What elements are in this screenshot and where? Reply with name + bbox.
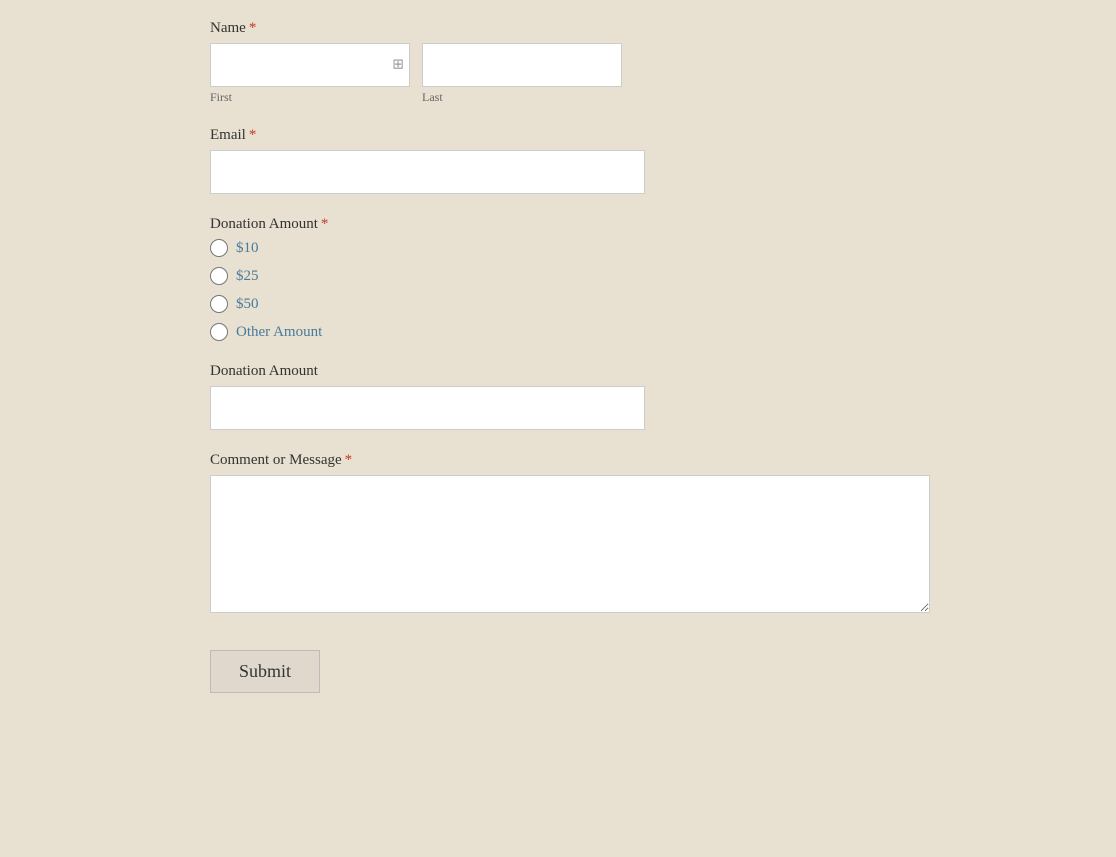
comment-textarea[interactable] <box>210 475 930 613</box>
first-name-input-wrapper <box>210 43 410 87</box>
radio-input-10[interactable] <box>210 239 228 257</box>
radio-option-50[interactable]: $50 <box>210 295 960 313</box>
radio-option-other[interactable]: Other Amount <box>210 323 960 341</box>
radio-option-10[interactable]: $10 <box>210 239 960 257</box>
comment-required-star: * <box>345 452 353 468</box>
name-label-text: Name <box>210 20 246 36</box>
comment-label-text: Comment or Message <box>210 452 342 468</box>
form-container: Name* First Last Email* Donation Amount* <box>0 0 960 755</box>
donation-amount-radio-group: Donation Amount* $10 $25 $50 Other Amoun… <box>210 216 960 341</box>
radio-input-25[interactable] <box>210 267 228 285</box>
submit-button[interactable]: Submit <box>210 650 320 693</box>
radio-input-50[interactable] <box>210 295 228 313</box>
radio-label-other: Other Amount <box>236 324 322 341</box>
email-label: Email* <box>210 127 960 144</box>
donation-amount-field-group: Donation Amount <box>210 363 960 430</box>
name-label: Name* <box>210 20 960 37</box>
email-field-group: Email* <box>210 127 960 194</box>
first-name-input[interactable] <box>210 43 410 87</box>
radio-label-10: $10 <box>236 240 259 257</box>
name-required-star: * <box>249 20 257 36</box>
submit-group: Submit <box>210 640 960 693</box>
radio-label-50: $50 <box>236 296 259 313</box>
name-field-group: Name* First Last <box>210 20 960 105</box>
last-name-wrapper: Last <box>422 43 622 105</box>
donation-amount-field-label: Donation Amount <box>210 363 960 380</box>
email-required-star: * <box>249 127 257 143</box>
donation-amount-input[interactable] <box>210 386 645 430</box>
radio-label-25: $25 <box>236 268 259 285</box>
comment-label: Comment or Message* <box>210 452 960 469</box>
last-sub-label: Last <box>422 90 622 105</box>
first-sub-label: First <box>210 90 410 105</box>
first-name-wrapper: First <box>210 43 410 105</box>
last-name-input[interactable] <box>422 43 622 87</box>
radio-group: $10 $25 $50 Other Amount <box>210 239 960 341</box>
donation-required-star: * <box>321 216 329 232</box>
name-row: First Last <box>210 43 960 105</box>
email-input[interactable] <box>210 150 645 194</box>
donation-amount-label: Donation Amount* <box>210 216 960 233</box>
email-label-text: Email <box>210 127 246 143</box>
radio-option-25[interactable]: $25 <box>210 267 960 285</box>
radio-input-other[interactable] <box>210 323 228 341</box>
donation-amount-label-text: Donation Amount <box>210 216 318 232</box>
comment-field-group: Comment or Message* <box>210 452 960 618</box>
